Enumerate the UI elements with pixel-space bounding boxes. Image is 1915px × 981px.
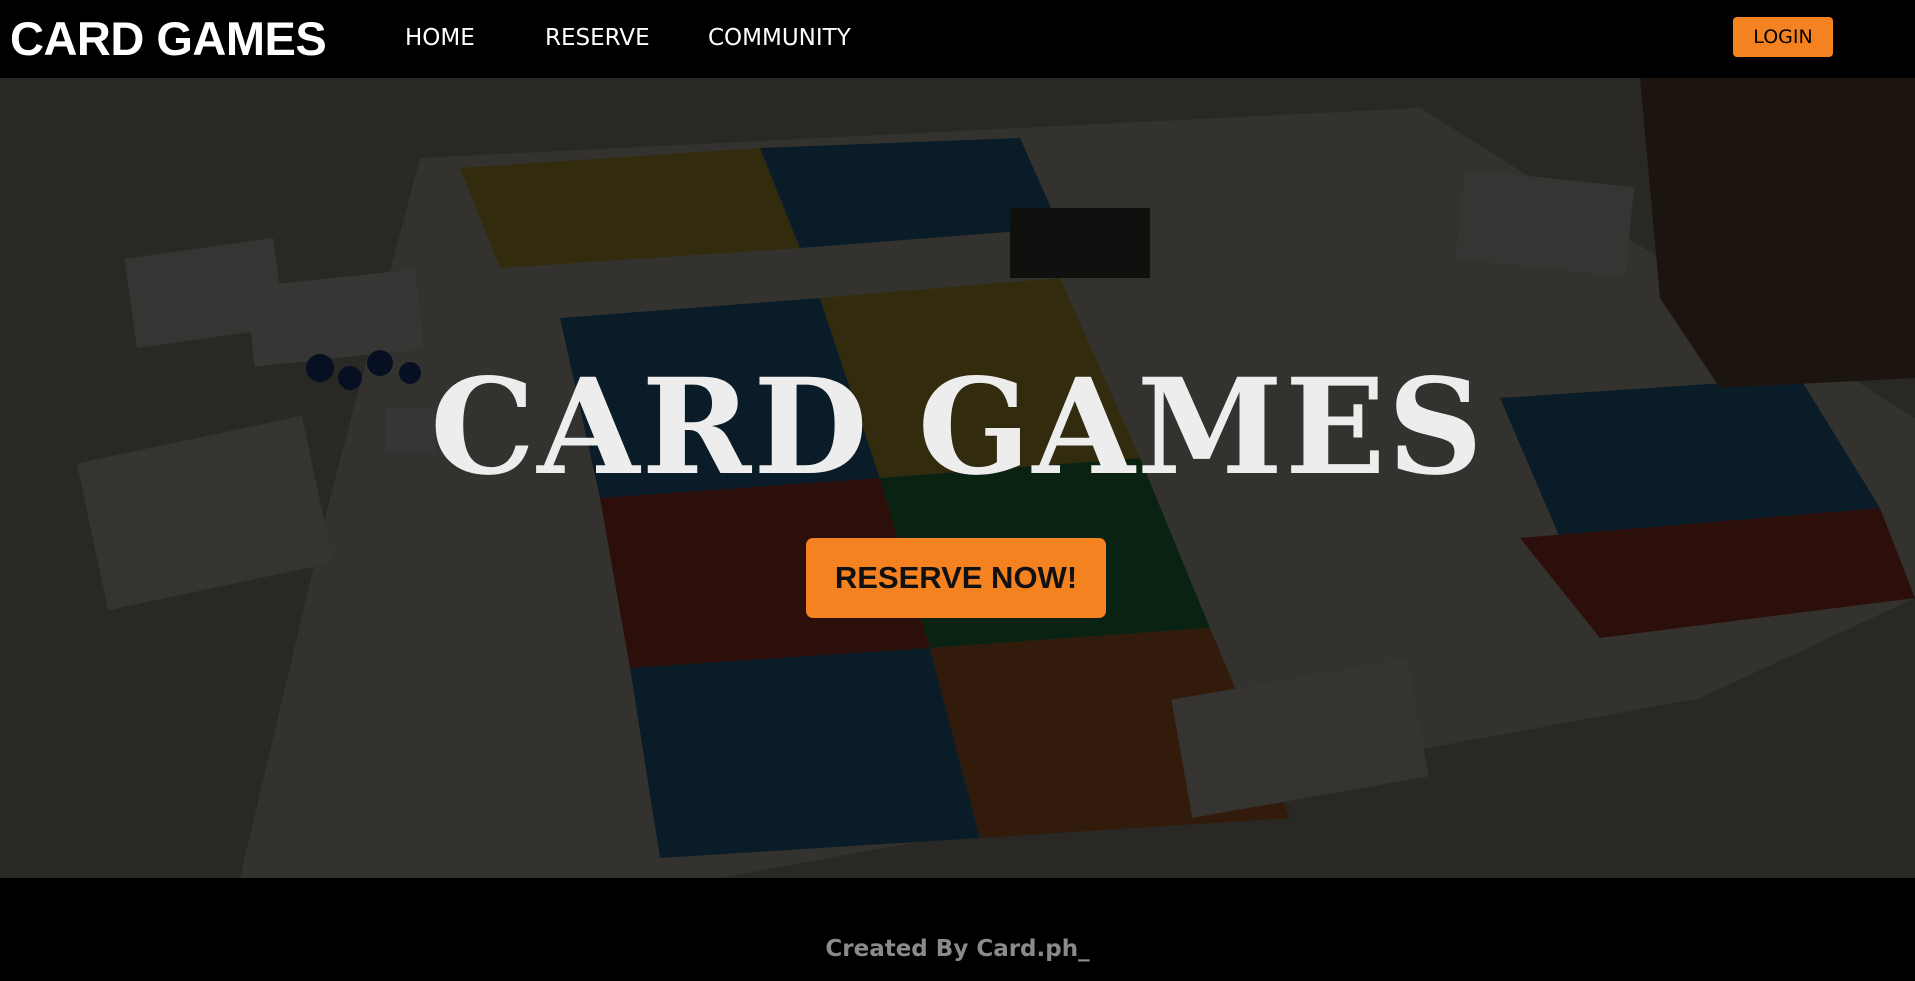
nav-community-link[interactable]: COMMUNITY: [708, 20, 851, 56]
hero-title: CARD GAMES: [430, 350, 1485, 505]
reserve-now-button[interactable]: RESERVE NOW!: [806, 538, 1106, 618]
page: CARD GAMES HOME RESERVE COMMUNITY LOGIN: [0, 0, 1915, 981]
hero-section: CARD GAMES RESERVE NOW!: [0, 78, 1915, 878]
nav-home-link[interactable]: HOME: [405, 20, 475, 56]
brand-logo[interactable]: CARD GAMES: [10, 8, 327, 70]
footer: Created By Card.ph_: [0, 878, 1915, 981]
footer-credit: Created By Card.ph_: [825, 936, 1090, 962]
nav-reserve-link[interactable]: RESERVE: [545, 20, 650, 56]
login-button[interactable]: LOGIN: [1733, 17, 1833, 57]
top-navbar: CARD GAMES HOME RESERVE COMMUNITY LOGIN: [0, 0, 1915, 78]
